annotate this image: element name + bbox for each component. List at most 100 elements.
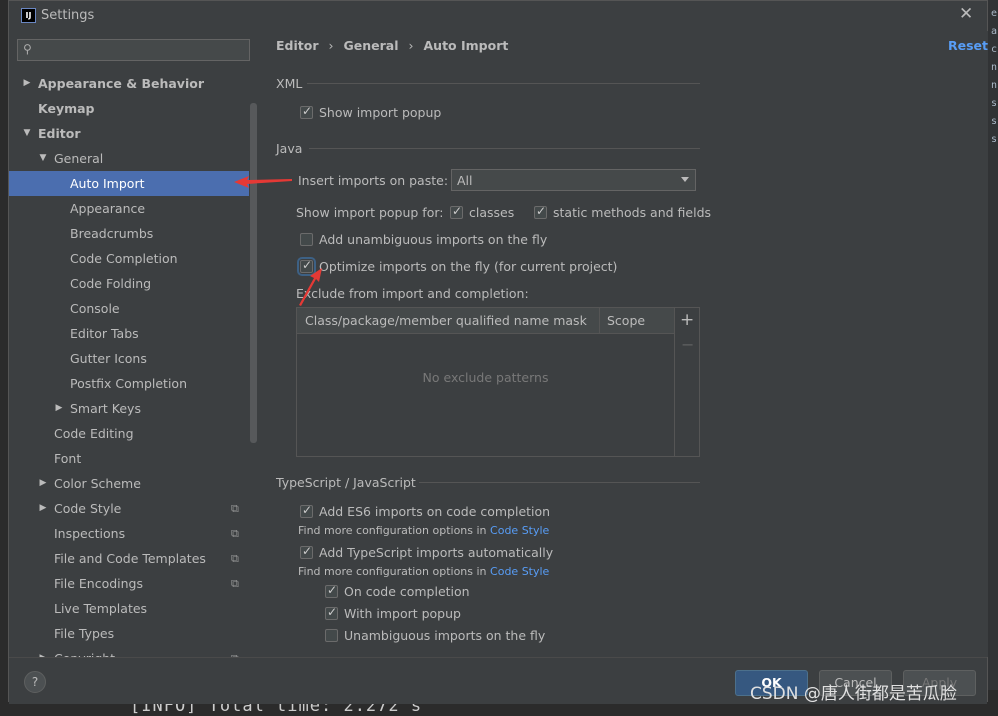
sidebar-item-code-completion[interactable]: Code Completion <box>9 246 249 271</box>
classes-checkbox[interactable] <box>450 204 463 219</box>
insert-on-paste-label: Insert imports on paste: <box>298 173 449 188</box>
sidebar-item-keymap[interactable]: Keymap <box>9 96 249 121</box>
sidebar-item-editor[interactable]: ▼ Editor <box>9 121 249 146</box>
chevron-right-icon[interactable]: ▶ <box>37 496 49 521</box>
ts-imports-checkbox[interactable] <box>300 544 313 559</box>
static-methods-checkbox[interactable] <box>534 204 547 219</box>
window-title: Settings <box>41 8 95 23</box>
show-import-popup-label: Show import popup <box>319 105 442 120</box>
background-editor-right: e a c n n s s s <box>988 0 998 711</box>
sidebar-item-live-templates[interactable]: Live Templates <box>9 596 249 621</box>
ts-imports-label: Add TypeScript imports automatically <box>319 545 554 560</box>
sidebar-item-file-code-templates[interactable]: File and Code Templates ⧉ <box>9 546 249 571</box>
section-divider <box>309 148 700 149</box>
annotation-arrow-icon <box>299 268 322 306</box>
breadcrumb: Editor › General › Auto Import <box>276 38 509 53</box>
code-style-link[interactable]: Code Style <box>490 565 549 578</box>
add-unambiguous-checkbox[interactable] <box>300 233 313 246</box>
csdn-watermark: CSDN @唐人街都是苦瓜脸 <box>750 684 957 704</box>
column-header-scope[interactable]: Scope <box>607 313 645 328</box>
chevron-down-icon[interactable]: ▼ <box>37 146 49 171</box>
optimize-imports-label: Optimize imports on the fly (for current… <box>319 259 618 274</box>
show-popup-for-label: Show import popup for: <box>296 205 444 220</box>
sidebar-item-console[interactable]: Console <box>9 296 249 321</box>
section-java-title: Java <box>276 141 303 156</box>
sidebar-item-editor-tabs[interactable]: Editor Tabs <box>9 321 249 346</box>
chevron-down-icon[interactable]: ▼ <box>21 121 33 146</box>
on-completion-checkbox[interactable] <box>325 583 338 598</box>
with-popup-checkbox[interactable] <box>325 605 338 620</box>
table-toolbar-divider <box>674 308 675 456</box>
sidebar-item-breadcrumbs[interactable]: Breadcrumbs <box>9 221 249 246</box>
project-settings-icon: ⧉ <box>231 527 239 540</box>
chevron-right-icon[interactable]: ▶ <box>53 396 65 421</box>
breadcrumb-editor: Editor <box>276 38 319 53</box>
static-methods-label: static methods and fields <box>553 205 712 220</box>
sidebar-item-file-types[interactable]: File Types <box>9 621 249 646</box>
sidebar-item-color-scheme[interactable]: ▶ Color Scheme <box>9 471 249 496</box>
background-editor-left <box>0 0 8 711</box>
dropdown-caret-icon <box>681 177 689 182</box>
es6-imports-checkbox[interactable] <box>300 503 313 518</box>
sidebar-item-code-editing[interactable]: Code Editing <box>9 421 249 446</box>
section-divider <box>419 482 700 483</box>
sidebar-item-postfix-completion[interactable]: Postfix Completion <box>9 371 249 396</box>
table-header: Class/package/member qualified name mask… <box>297 308 674 334</box>
auto-import-panel: Editor›General›Auto Import Reset XML Sho… <box>259 31 988 657</box>
sidebar-scrollbar[interactable] <box>250 103 257 443</box>
add-icon[interactable]: + <box>680 310 694 330</box>
project-settings-icon: ⧉ <box>231 552 239 565</box>
es6-imports-label: Add ES6 imports on code completion <box>319 504 551 519</box>
annotation-arrow-icon <box>234 176 292 188</box>
reset-link[interactable]: Reset <box>948 38 988 53</box>
section-typescript-title: TypeScript / JavaScript <box>276 475 416 490</box>
project-settings-icon: ⧉ <box>231 646 239 657</box>
column-header-mask[interactable]: Class/package/member qualified name mask <box>305 313 587 328</box>
sidebar-item-inspections[interactable]: Inspections ⧉ <box>9 521 249 546</box>
sidebar-item-file-encodings[interactable]: File Encodings ⧉ <box>9 571 249 596</box>
breadcrumb-auto-import: Auto Import <box>423 38 509 53</box>
chevron-right-icon[interactable]: ▶ <box>37 646 49 657</box>
add-unambiguous-label: Add unambiguous imports on the fly <box>319 232 548 247</box>
classes-label: classes <box>469 205 515 220</box>
sidebar-item-code-folding[interactable]: Code Folding <box>9 271 249 296</box>
find-more-text: Find more configuration options in Code … <box>298 565 550 578</box>
find-more-text: Find more configuration options in Code … <box>298 524 550 537</box>
sidebar-item-font[interactable]: Font <box>9 446 249 471</box>
on-completion-label: On code completion <box>344 584 470 599</box>
intellij-app-icon: IJ <box>21 8 36 23</box>
insert-on-paste-select[interactable]: All <box>451 169 696 191</box>
column-divider <box>599 308 600 333</box>
exclude-patterns-table: Class/package/member qualified name mask… <box>296 307 700 457</box>
code-style-link[interactable]: Code Style <box>490 524 549 537</box>
title-bar: IJ Settings ✕ <box>9 1 987 31</box>
remove-icon: − <box>681 335 695 354</box>
sidebar-item-copyright[interactable]: ▶Copyright⧉ <box>9 646 249 657</box>
ts-unambiguous-checkbox[interactable] <box>325 629 338 642</box>
with-popup-label: With import popup <box>344 606 461 621</box>
sidebar-item-code-style[interactable]: ▶ Code Style ⧉ <box>9 496 249 521</box>
section-divider <box>307 83 700 84</box>
settings-dialog: IJ Settings ✕ ⚲ ▶ Appearance & Behavior K… <box>8 0 988 704</box>
project-settings-icon: ⧉ <box>231 577 239 590</box>
sidebar-item-general[interactable]: ▼ General <box>9 146 249 171</box>
sidebar-item-auto-import[interactable]: Auto Import <box>9 171 249 196</box>
help-button[interactable]: ? <box>24 671 46 693</box>
sidebar-item-smart-keys[interactable]: ▶ Smart Keys <box>9 396 249 421</box>
chevron-right-icon[interactable]: ▶ <box>37 471 49 496</box>
sidebar-item-gutter-icons[interactable]: Gutter Icons <box>9 346 249 371</box>
exclude-label: Exclude from import and completion: <box>296 286 529 301</box>
show-import-popup-checkbox[interactable] <box>300 104 313 119</box>
section-xml-title: XML <box>276 76 303 91</box>
chevron-right-icon[interactable]: ▶ <box>21 71 33 96</box>
settings-sidebar: ⚲ ▶ Appearance & Behavior Keymap ▼ Editor … <box>9 31 259 657</box>
ts-unambiguous-label: Unambiguous imports on the fly <box>344 628 546 643</box>
sidebar-item-appearance[interactable]: Appearance <box>9 196 249 221</box>
close-icon[interactable]: ✕ <box>959 4 973 24</box>
project-settings-icon: ⧉ <box>231 502 239 515</box>
table-empty-text: No exclude patterns <box>422 370 549 385</box>
sidebar-item-appearance-behavior[interactable]: ▶ Appearance & Behavior <box>9 71 249 96</box>
search-icon: ⚲ <box>23 42 32 56</box>
breadcrumb-general: General <box>343 38 399 53</box>
search-input[interactable]: ⚲ <box>17 39 250 61</box>
